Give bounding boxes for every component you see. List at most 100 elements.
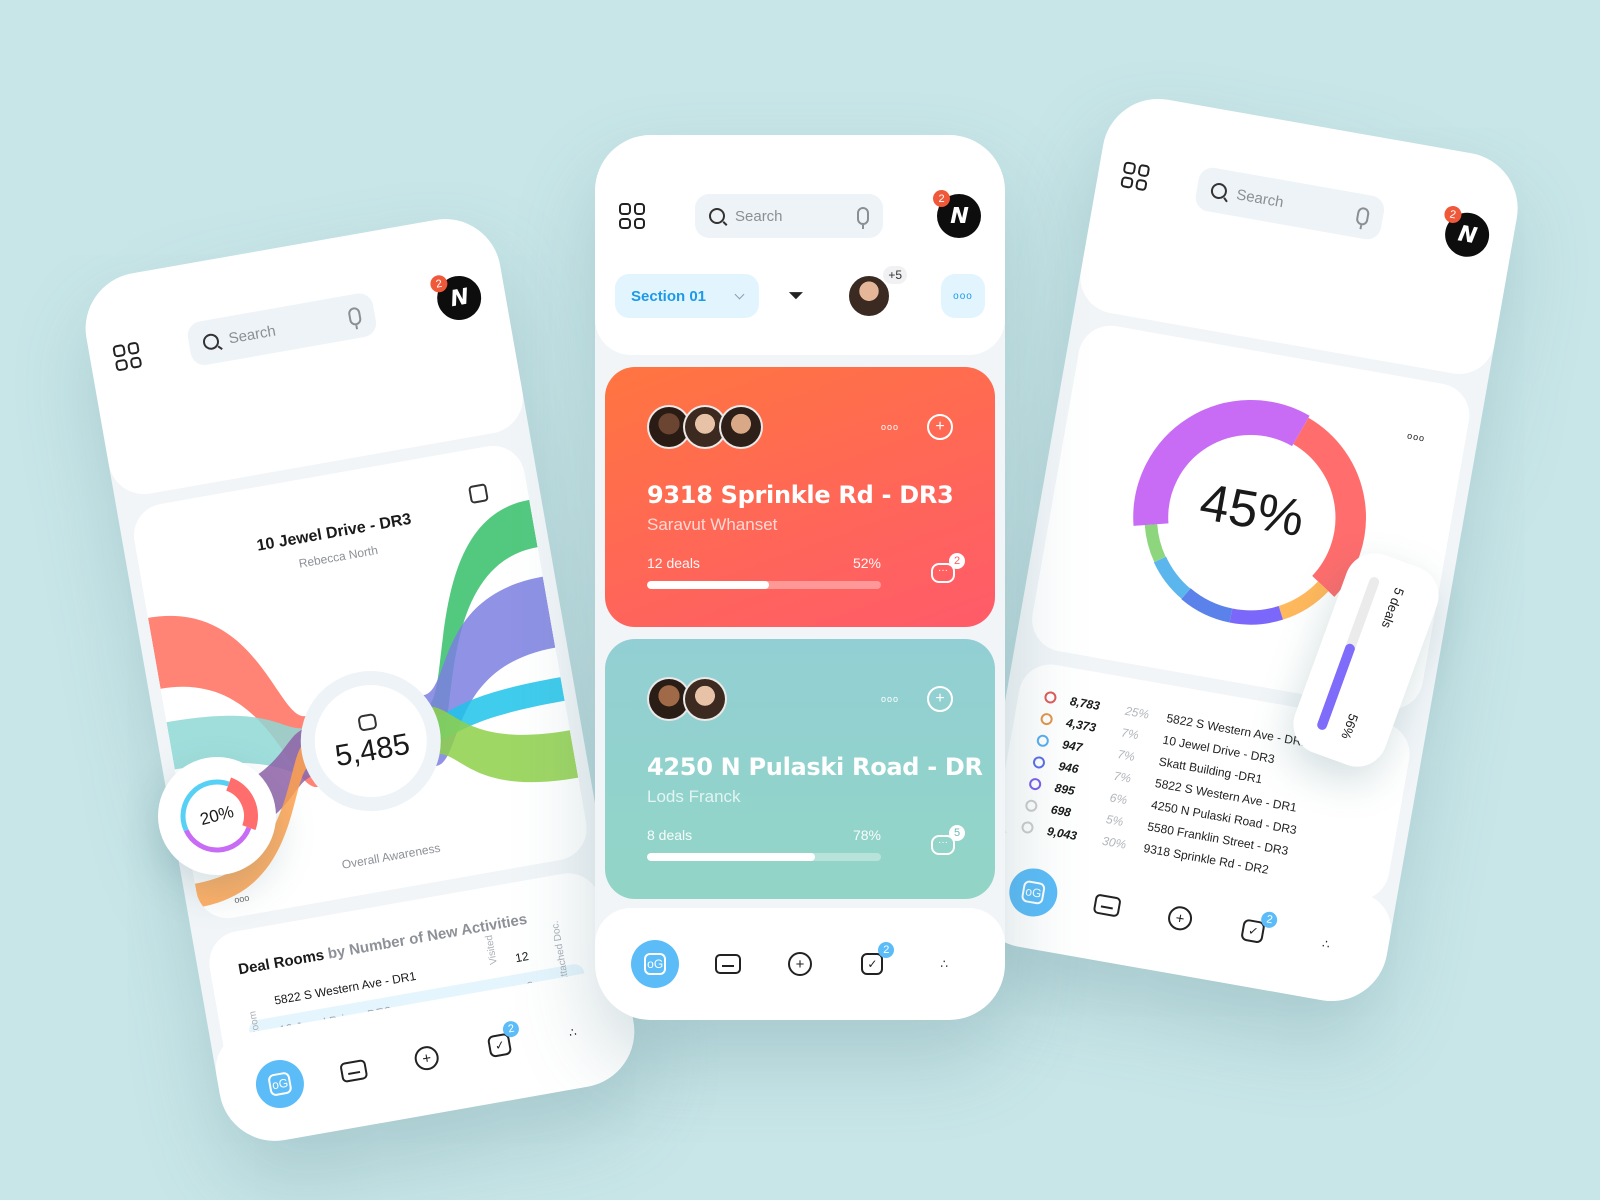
add-icon: + [412, 1044, 441, 1073]
add-icon: + [1166, 904, 1194, 933]
donut-slice[interactable] [1229, 604, 1284, 625]
notification-badge: 2 [1443, 204, 1463, 225]
deal-card[interactable]: ooo + 4250 N Pulaski Road - DR Lods Fran… [605, 639, 995, 899]
deals-count: 12 deals [647, 555, 700, 571]
legend-percent: 6% [1108, 790, 1129, 808]
card-top: ooo + [647, 405, 953, 449]
donut-slice[interactable] [1144, 523, 1166, 563]
legend-dot-icon [1035, 733, 1050, 748]
nav-more[interactable]: ∴ [1299, 916, 1355, 972]
deal-title: 4250 N Pulaski Road - DR [647, 753, 983, 781]
microphone-icon[interactable] [1355, 206, 1371, 227]
legend-dot-icon [1020, 820, 1035, 835]
header-row: N 2 [1095, 147, 1517, 265]
small-donut-widget: 20% [158, 757, 276, 875]
legend-percent: 7% [1120, 725, 1140, 743]
dots-icon: ∴ [940, 957, 950, 971]
header-row: N 2 [595, 190, 1005, 239]
apps-grid-icon[interactable] [619, 203, 645, 229]
team-avatars[interactable] [647, 405, 763, 449]
search-input[interactable] [1235, 185, 1337, 220]
nav-messages[interactable] [704, 940, 752, 988]
nav-tasks[interactable]: ✓ 2 [472, 1017, 528, 1073]
phone-awareness: N 2 10 Jewel Drive - DR3 Rebecca North 5… [76, 210, 644, 1150]
analytics-icon: oG [267, 1071, 293, 1097]
team-avatars[interactable] [647, 677, 727, 721]
legend-dot-icon [1043, 690, 1058, 705]
nav-more[interactable]: ∴ [545, 1005, 601, 1061]
nav-add[interactable]: + [399, 1030, 455, 1086]
members-avatar[interactable]: +5 [847, 266, 907, 318]
apps-grid-icon[interactable] [1120, 161, 1151, 192]
deal-title: 9318 Sprinkle Rd - DR3 [647, 481, 954, 509]
comments-button[interactable]: ··· 5 [931, 825, 965, 855]
search-bar[interactable] [695, 194, 883, 238]
members-extra-count: +5 [883, 266, 907, 284]
add-member-button[interactable]: + [927, 686, 953, 712]
nav-tasks[interactable]: ✓ 2 [848, 940, 896, 988]
comments-button[interactable]: ··· 2 [931, 553, 965, 583]
brand-logo: N [449, 283, 469, 313]
nav-more[interactable]: ∴ [921, 940, 969, 988]
nav-analytics[interactable]: oG [1005, 864, 1062, 921]
legend-dot-icon [1028, 777, 1043, 792]
brand-avatar[interactable]: N 2 [429, 272, 485, 324]
apps-grid-icon[interactable] [112, 341, 143, 372]
total-value: 5,485 [332, 727, 413, 774]
search-icon [709, 208, 725, 224]
more-options-button[interactable]: ooo [941, 274, 985, 318]
brand-avatar[interactable]: N 2 [933, 190, 981, 238]
donut-slice[interactable] [183, 826, 252, 853]
donut-slice[interactable] [1153, 556, 1191, 599]
chat-stats-icon [357, 712, 378, 732]
nav-add[interactable]: + [1152, 891, 1208, 947]
bottom-nav: oG + ✓ 2 ∴ [595, 908, 1005, 1020]
add-member-button[interactable]: + [927, 414, 953, 440]
section-dropdown[interactable]: Section 01 [615, 274, 759, 318]
nav-tasks[interactable]: ✓ 2 [1225, 903, 1281, 959]
nav-analytics[interactable]: oG [631, 940, 680, 988]
deals-count: 5 deals [1378, 585, 1408, 631]
brand-avatar[interactable]: N 2 [1441, 204, 1493, 261]
card-more-button[interactable]: ooo [881, 422, 899, 432]
microphone-icon[interactable] [347, 306, 363, 327]
phone-deals: N 2 Section 01 ⏷ +5 ooo ooo + [595, 135, 1005, 1020]
notification-badge: 2 [429, 273, 449, 294]
search-bar[interactable] [185, 291, 379, 368]
deal-progress-bar [647, 853, 881, 861]
legend-percent: 25% [1124, 703, 1151, 722]
deal-card[interactable]: ooo + 9318 Sprinkle Rd - DR3 Saravut Wha… [605, 367, 995, 627]
visited-count: 12 [514, 949, 530, 966]
progress-percent: 52% [852, 555, 881, 571]
toolbar: Section 01 ⏷ +5 ooo [615, 266, 985, 319]
progress-percent: 56% [1338, 711, 1362, 742]
analytics-icon: oG [1020, 879, 1047, 906]
nav-messages[interactable] [1079, 878, 1135, 934]
deal-owner: Saravut Whanset [647, 515, 778, 534]
avatar [683, 677, 727, 721]
search-input[interactable] [735, 207, 835, 225]
search-icon [1209, 181, 1229, 201]
nav-analytics[interactable]: oG [252, 1056, 308, 1112]
donut-slice[interactable] [1181, 588, 1234, 623]
avatar [719, 405, 763, 449]
tasks-badge: 2 [878, 942, 895, 958]
legend-dot-icon [1024, 798, 1039, 813]
search-bar[interactable] [1193, 165, 1387, 242]
notification-badge: 2 [933, 190, 950, 207]
clipboard-check-icon: ✓ [861, 953, 884, 975]
add-icon: + [787, 952, 812, 976]
search-input[interactable] [227, 312, 329, 347]
nav-add[interactable]: + [776, 940, 824, 988]
microphone-icon[interactable] [857, 207, 869, 229]
nav-messages[interactable] [326, 1043, 382, 1099]
deal-progress-bar [647, 581, 881, 589]
section-label: Section 01 [631, 287, 707, 305]
legend-percent: 7% [1116, 747, 1136, 764]
card-more-button[interactable]: ooo [881, 694, 899, 704]
chat-bubble-icon: ··· [938, 565, 948, 576]
search-icon [201, 332, 221, 352]
deal-stats: 12 deals 52% [647, 555, 881, 571]
filter-search-button[interactable]: ⏷ [783, 283, 809, 309]
donut-slice[interactable] [1278, 580, 1329, 620]
